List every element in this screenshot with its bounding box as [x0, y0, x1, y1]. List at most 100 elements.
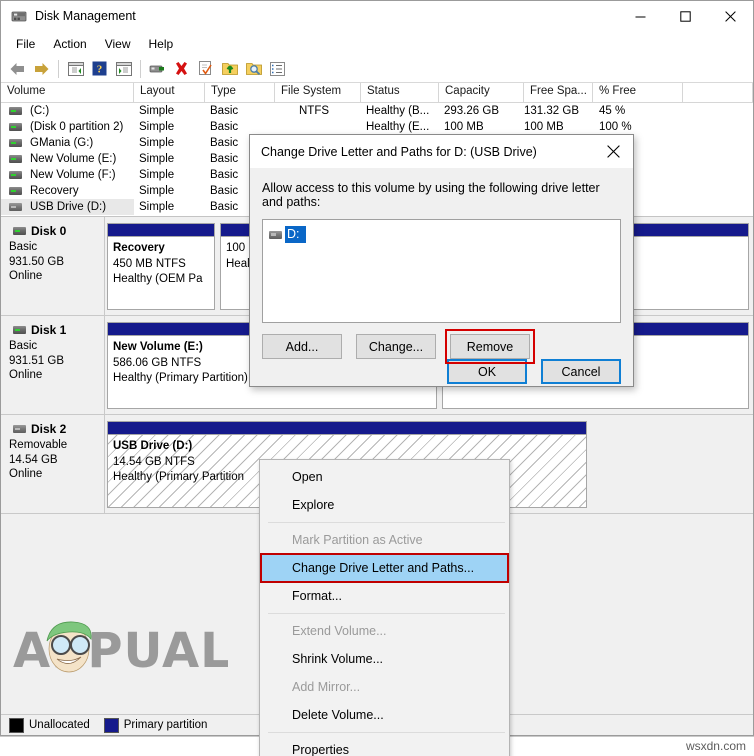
close-button[interactable]: [708, 1, 753, 32]
volume-capacity: 293.26 GB: [444, 105, 499, 117]
column-header-capacity[interactable]: Capacity: [439, 83, 524, 102]
show-pane-left-icon[interactable]: [64, 58, 87, 80]
table-row[interactable]: (Disk 0 partition 2) Simple Basic Health…: [1, 119, 753, 135]
drive-icon: [9, 123, 22, 131]
scroll-corner: [737, 698, 753, 714]
drive-icon: [9, 203, 22, 211]
dialog-title: Change Drive Letter and Paths for D: (US…: [261, 144, 537, 159]
forward-arrow-icon[interactable]: [30, 58, 53, 80]
add-button[interactable]: Add...: [262, 334, 342, 359]
disk-state: Online: [9, 369, 43, 381]
export-icon[interactable]: [218, 58, 241, 80]
drive-icon: [9, 171, 22, 179]
legend-swatch-primary: [103, 717, 119, 733]
partition-status: Healthy (OEM Pa: [113, 273, 203, 285]
dialog-close-button[interactable]: [593, 135, 633, 168]
menu-item-change-drive-letter-and-paths[interactable]: Change Drive Letter and Paths...: [260, 553, 509, 583]
column-header-layout[interactable]: Layout: [134, 83, 205, 102]
volume-layout: Simple: [139, 153, 175, 165]
menu-item-format[interactable]: Format...: [260, 582, 509, 610]
properties-check-icon[interactable]: [194, 58, 217, 80]
menu-separator: [268, 732, 505, 733]
column-header-free-space[interactable]: Free Spa...: [524, 83, 593, 102]
maximize-button[interactable]: [663, 1, 708, 32]
column-header-percent-free[interactable]: % Free: [593, 83, 683, 102]
cancel-button[interactable]: Cancel: [541, 359, 621, 384]
disk-size: 931.51 GB: [9, 354, 64, 367]
menu-item-extend-volume: Extend Volume...: [292, 624, 387, 638]
window-controls: [618, 1, 753, 32]
legend-swatch-unallocated: [9, 717, 24, 733]
volume-name: GMania (G:): [30, 137, 94, 149]
menu-help[interactable]: Help: [140, 35, 183, 53]
volume-status: Healthy (B...: [366, 105, 430, 117]
disk-drive-icon: [11, 9, 27, 25]
disk-management-screenshot: Disk Management File Action View Help ? …: [0, 0, 754, 756]
menu-action[interactable]: Action: [44, 35, 95, 53]
menu-separator: [268, 522, 505, 523]
legend-label: Unallocated: [29, 719, 90, 731]
volume-capacity: 100 MB: [444, 121, 484, 133]
title-bar: Disk Management: [1, 1, 753, 32]
context-menu[interactable]: Open Explore Mark Partition as Active Ch…: [259, 459, 510, 756]
disk-state: Online: [9, 468, 43, 480]
disk-management-window: Disk Management File Action View Help ? …: [0, 0, 754, 756]
minimize-button[interactable]: [618, 1, 663, 32]
show-pane-right-icon[interactable]: [112, 58, 135, 80]
volume-layout: Simple: [139, 185, 175, 197]
menu-item-open[interactable]: Open: [260, 463, 509, 491]
toolbar: ?: [1, 55, 753, 83]
change-button[interactable]: Change...: [356, 334, 436, 359]
drive-icon: [269, 230, 282, 239]
menu-item-shrink-volume[interactable]: Shrink Volume...: [260, 645, 509, 673]
volume-name: USB Drive (D:): [30, 201, 107, 213]
column-header-file-system[interactable]: File System: [275, 83, 361, 102]
window-title: Disk Management: [35, 9, 136, 24]
drive-icon: [13, 227, 26, 235]
disk-size: 931.50 GB: [9, 255, 64, 268]
help-icon[interactable]: ?: [88, 58, 111, 80]
drive-icon: [9, 107, 22, 115]
drive-icon: [9, 155, 22, 163]
svg-text:?: ?: [97, 64, 103, 76]
menu-item-delete-volume[interactable]: Delete Volume...: [260, 701, 509, 729]
volume-free: 131.32 GB: [524, 105, 579, 117]
back-arrow-icon[interactable]: [6, 58, 29, 80]
volume-layout: Simple: [139, 121, 175, 133]
dialog-prompt: Allow access to this volume by using the…: [262, 181, 600, 209]
volume-name: New Volume (E:): [30, 153, 117, 165]
dialog-title-bar: Change Drive Letter and Paths for D: (US…: [250, 135, 633, 168]
partition-name: Recovery: [113, 242, 165, 254]
disk-name: Disk 2: [31, 422, 67, 436]
volume-type: Basic: [210, 105, 239, 117]
remove-button[interactable]: Remove: [450, 334, 530, 359]
disk-name: Disk 1: [31, 323, 67, 337]
column-header-status[interactable]: Status: [361, 83, 439, 102]
volume-name: (C:): [30, 105, 50, 117]
rescan-disks-icon[interactable]: [146, 58, 169, 80]
menu-file[interactable]: File: [7, 35, 44, 53]
column-header-volume[interactable]: Volume: [1, 83, 134, 102]
partition-size: 450 MB NTFS: [113, 257, 186, 270]
drive-paths-listbox[interactable]: D:: [262, 219, 621, 323]
volume-type: Basic: [210, 121, 239, 133]
menu-item-properties[interactable]: Properties: [260, 736, 509, 756]
table-row[interactable]: (C:) Simple Basic NTFS Healthy (B... 293…: [1, 103, 753, 119]
search-folder-icon[interactable]: [242, 58, 265, 80]
change-drive-letter-dialog: Change Drive Letter and Paths for D: (US…: [249, 134, 634, 387]
ok-button[interactable]: OK: [447, 359, 527, 384]
list-view-icon[interactable]: [266, 58, 289, 80]
column-header-spacer: [683, 83, 753, 102]
volume-layout: Simple: [139, 201, 175, 213]
list-item[interactable]: D:: [267, 225, 306, 244]
menu-item-add-mirror: Add Mirror...: [292, 680, 361, 694]
partition-recovery[interactable]: Recovery 450 MB NTFS Healthy (OEM Pa: [107, 223, 215, 310]
toolbar-separator: [140, 59, 141, 78]
menu-item-explore[interactable]: Explore: [260, 491, 509, 519]
disk-info-1: Disk 1 Basic 931.51 GB Online: [1, 316, 105, 414]
menu-view[interactable]: View: [96, 35, 140, 53]
volume-status: Healthy (E...: [366, 121, 430, 133]
delete-icon[interactable]: [170, 58, 193, 80]
column-header-type[interactable]: Type: [205, 83, 275, 102]
disk-info-0: Disk 0 Basic 931.50 GB Online: [1, 217, 105, 315]
